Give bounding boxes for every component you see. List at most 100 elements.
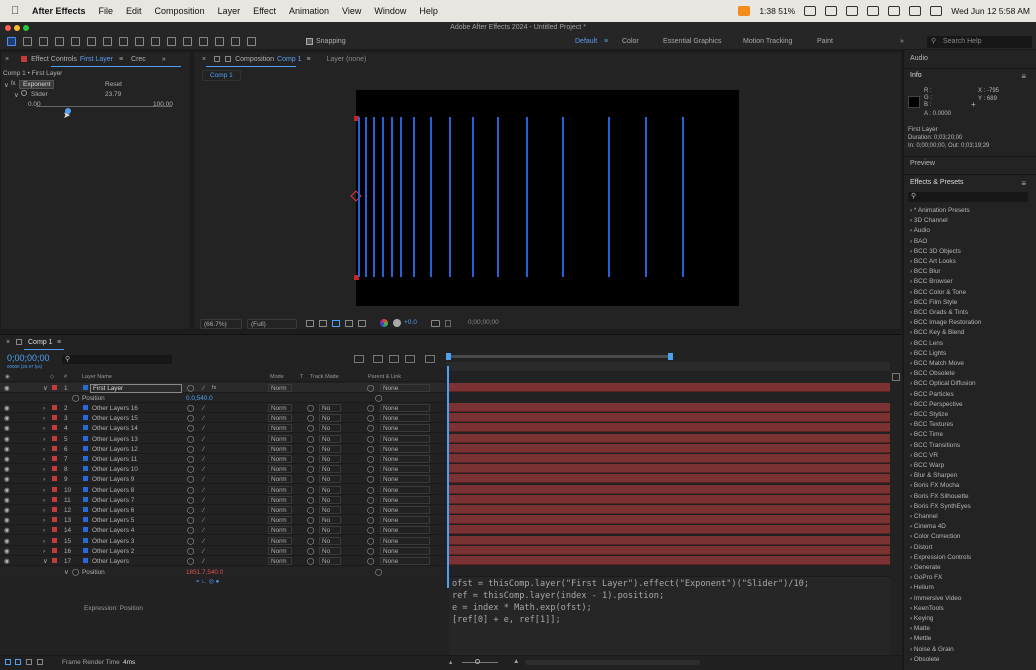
position2-value[interactable]: 1851.7,540.0 <box>186 568 223 577</box>
layer-twirl-icon[interactable]: › <box>43 404 45 413</box>
slider-track[interactable] <box>36 106 172 107</box>
workspace-menu-icon[interactable]: ≡ <box>604 34 608 50</box>
matte-icon[interactable]: ◯ <box>307 537 314 546</box>
info-menu-icon[interactable]: ≡ <box>1021 72 1026 81</box>
quality-switch-icon[interactable]: ∕ <box>203 404 204 413</box>
layer-twirl-icon[interactable]: › <box>43 414 45 423</box>
quality-switch-icon[interactable]: ∕ <box>203 435 204 444</box>
effects-category-item[interactable]: › Channel <box>910 513 938 520</box>
effects-category-item[interactable]: › BCC Stylize <box>910 411 948 418</box>
orbit-tool-icon[interactable] <box>55 37 64 46</box>
parent-dropdown[interactable]: None <box>380 536 430 545</box>
frame-blending-icon[interactable] <box>405 355 415 363</box>
display-icon[interactable] <box>846 6 859 16</box>
layer-name[interactable]: Other Layers 16 <box>92 404 138 413</box>
render-time-toggle-icon[interactable] <box>37 659 43 665</box>
position2-stopwatch-icon[interactable]: ◯ <box>72 568 79 577</box>
effects-category-item[interactable]: › BCC Art Looks <box>910 258 956 265</box>
effect-name[interactable]: Exponent <box>19 80 55 89</box>
layer-name-header[interactable]: Layer Name <box>82 374 112 380</box>
transfer-controls-toggle-icon[interactable] <box>15 659 21 665</box>
zoom-in-icon[interactable]: ▲ <box>513 658 519 665</box>
effects-category-item[interactable]: › BCC Textures <box>910 421 953 428</box>
panel-menu-icon[interactable]: ≡ <box>119 56 123 63</box>
brush-tool-icon[interactable] <box>183 37 192 46</box>
layer-label-color[interactable] <box>52 445 57 451</box>
effects-category-item[interactable]: › BCC Perspective <box>910 401 963 408</box>
pickwhip-icon[interactable]: ◯ <box>367 445 374 454</box>
layer-row[interactable]: ◉ › 12 Other Layers 6 ◯ ∕ Norm ◯ No ◯ None <box>0 505 446 515</box>
rectangle-tool-icon[interactable] <box>135 37 144 46</box>
matte-icon[interactable]: ◯ <box>307 455 314 464</box>
eraser-tool-icon[interactable] <box>215 37 224 46</box>
expression-controls[interactable]: = ∟ ◎ ● <box>196 578 219 585</box>
quality-switch-icon[interactable]: ∕ <box>203 486 204 495</box>
menu-effect[interactable]: Effect <box>253 6 276 16</box>
matte-icon[interactable]: ◯ <box>307 435 314 444</box>
minimize-window-button[interactable] <box>14 25 20 31</box>
camera-snapshot-icon[interactable] <box>431 320 440 327</box>
snapping-checkbox[interactable] <box>306 38 313 45</box>
shy-switch-icon[interactable]: ◯ <box>187 455 194 464</box>
matte-icon[interactable]: ◯ <box>307 445 314 454</box>
layer-bar[interactable] <box>449 443 890 453</box>
slider-value[interactable]: 23.79 <box>105 91 121 98</box>
visibility-eye-icon[interactable]: ◉ <box>4 547 10 556</box>
quality-switch-icon[interactable]: ∕ <box>203 526 204 535</box>
effects-category-item[interactable]: › Boris FX Mocha <box>910 482 959 489</box>
in-out-toggle-icon[interactable] <box>26 659 32 665</box>
quality-switch-icon[interactable]: ∕ <box>203 547 204 556</box>
layer-tab[interactable]: Layer (none) <box>327 56 367 63</box>
composition-tab[interactable]: Composition <box>235 56 274 63</box>
mode-dropdown[interactable]: Norm <box>268 495 292 504</box>
shy-switch-icon[interactable]: ◯ <box>187 465 194 474</box>
effects-category-item[interactable]: › BCC Blur <box>910 268 941 275</box>
layer-line-render[interactable] <box>449 117 451 277</box>
hand-tool-icon[interactable] <box>23 37 32 46</box>
expression-code[interactable]: ofst = thisComp.layer("First Layer").eff… <box>452 578 809 626</box>
visibility-eye-icon[interactable]: ◉ <box>4 486 10 495</box>
effects-category-item[interactable]: › Keying <box>910 615 933 622</box>
matte-icon[interactable]: ◯ <box>307 404 314 413</box>
parent-dropdown[interactable]: None <box>380 434 430 443</box>
effects-category-item[interactable]: › KeenTools <box>910 605 944 612</box>
effects-category-item[interactable]: › 3D Channel <box>910 217 948 224</box>
layer-label-color[interactable] <box>52 537 57 543</box>
show-snapshot-icon[interactable] <box>445 320 451 327</box>
visibility-eye-icon[interactable]: ◉ <box>4 404 10 413</box>
layer-bar-first[interactable] <box>449 383 890 392</box>
visibility-eye-icon[interactable]: ◉ <box>4 475 10 484</box>
effects-category-item[interactable]: › BCC Grads & Tints <box>910 309 968 316</box>
layer-bar[interactable] <box>449 403 890 412</box>
matte-icon[interactable]: ◯ <box>307 414 314 423</box>
clock[interactable]: Wed Jun 12 5:58 AM <box>951 6 1030 16</box>
quality-switch-icon[interactable]: ∕ <box>203 455 204 464</box>
quality-switch-icon[interactable]: ∕ <box>203 465 204 474</box>
pickwhip-icon[interactable]: ◯ <box>367 516 374 525</box>
effects-category-item[interactable]: › BCC Transitions <box>910 442 960 449</box>
matte-icon[interactable]: ◯ <box>307 516 314 525</box>
layer-bar[interactable] <box>449 433 890 443</box>
pan-behind-tool-icon[interactable] <box>119 37 128 46</box>
shy-switch-icon[interactable]: ◯ <box>187 414 194 423</box>
effect-controls-tab[interactable]: Effect Controls <box>31 56 77 63</box>
pickwhip-icon[interactable]: ◯ <box>367 537 374 546</box>
layer-bar[interactable] <box>449 515 890 525</box>
layer-label-color[interactable] <box>52 425 57 431</box>
visibility-eye-icon[interactable]: ◉ <box>4 414 10 423</box>
close-timeline-icon[interactable]: × <box>6 339 10 346</box>
position2-pickwhip-icon[interactable]: ◯ <box>375 568 382 577</box>
work-area-end[interactable] <box>668 353 673 360</box>
visibility-eye-icon[interactable]: ◉ <box>4 455 10 464</box>
parent-dropdown[interactable]: None <box>380 506 430 514</box>
draft-3d-icon[interactable] <box>373 355 383 363</box>
time-ruler[interactable]: 0s00:15s00:30s00:45s01:00s01:15s01:30s <box>446 353 890 588</box>
quality-switch-icon[interactable]: ∕ <box>203 496 204 505</box>
lock-icon[interactable] <box>214 56 221 62</box>
layer-row[interactable]: ◉ › 15 Other Layers 3 ◯ ∕ Norm ◯ No ◯ None <box>0 536 446 546</box>
layer-bar[interactable] <box>449 474 890 484</box>
layer-row[interactable]: ◉ › 6 Other Layers 12 ◯ ∕ Norm ◯ No ◯ None <box>0 444 446 454</box>
shy-switch-icon[interactable]: ◯ <box>187 547 194 556</box>
effect-switch-icon[interactable]: fx <box>212 384 216 393</box>
effects-category-item[interactable]: › Helium <box>910 584 934 591</box>
